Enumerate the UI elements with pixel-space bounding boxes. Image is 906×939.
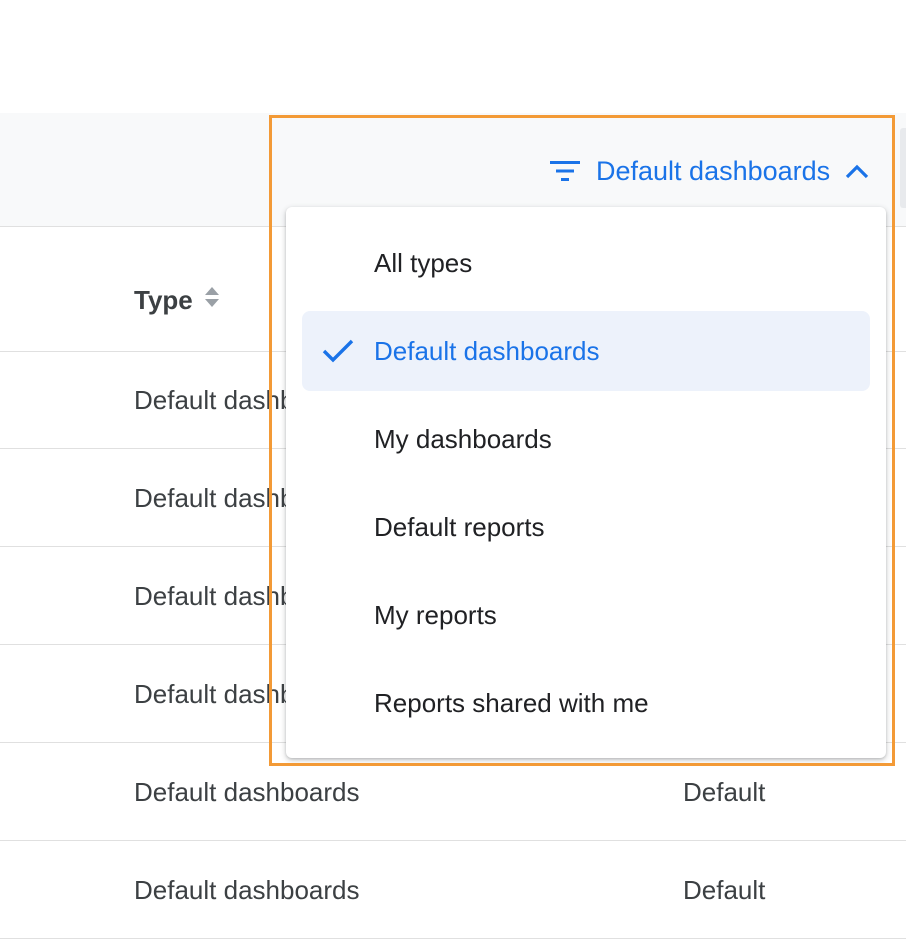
cell-owner: Default [683,777,766,807]
type-filter-dropdown: All types Default dashboards My dashboards… [286,207,886,758]
dropdown-option-reports-shared-with-me[interactable]: Reports shared with me [302,663,870,743]
filter-selected-label: Default dashboards [596,155,831,186]
filter-list-icon [548,157,582,185]
type-filter-button[interactable]: Default dashboards [548,150,870,192]
check-icon [302,338,374,364]
cell-type: Default dashboards [134,777,360,807]
column-header-type[interactable]: Type [134,285,221,316]
dropdown-option-label: Default dashboards [374,335,600,366]
dropdown-option-label: All types [374,247,473,278]
dropdown-option-label: My reports [374,599,497,630]
table-row[interactable]: Default dashboards Default [0,841,906,939]
dropdown-option-label: My dashboards [374,423,552,454]
chevron-up-icon [844,162,870,180]
dropdown-option-all-types[interactable]: All types [302,223,870,303]
dropdown-option-default-dashboards[interactable]: Default dashboards [302,311,870,391]
dropdown-option-my-dashboards[interactable]: My dashboards [302,399,870,479]
dropdown-option-default-reports[interactable]: Default reports [302,487,870,567]
cell-owner: Default [683,875,766,905]
dropdown-option-label: Default reports [374,511,545,542]
dropdown-option-my-reports[interactable]: My reports [302,575,870,655]
column-header-type-label: Type [134,285,193,315]
side-panel-edge [900,128,906,208]
sort-icon [203,285,221,316]
dropdown-option-label: Reports shared with me [374,687,649,718]
cell-type: Default dashboards [134,875,360,905]
